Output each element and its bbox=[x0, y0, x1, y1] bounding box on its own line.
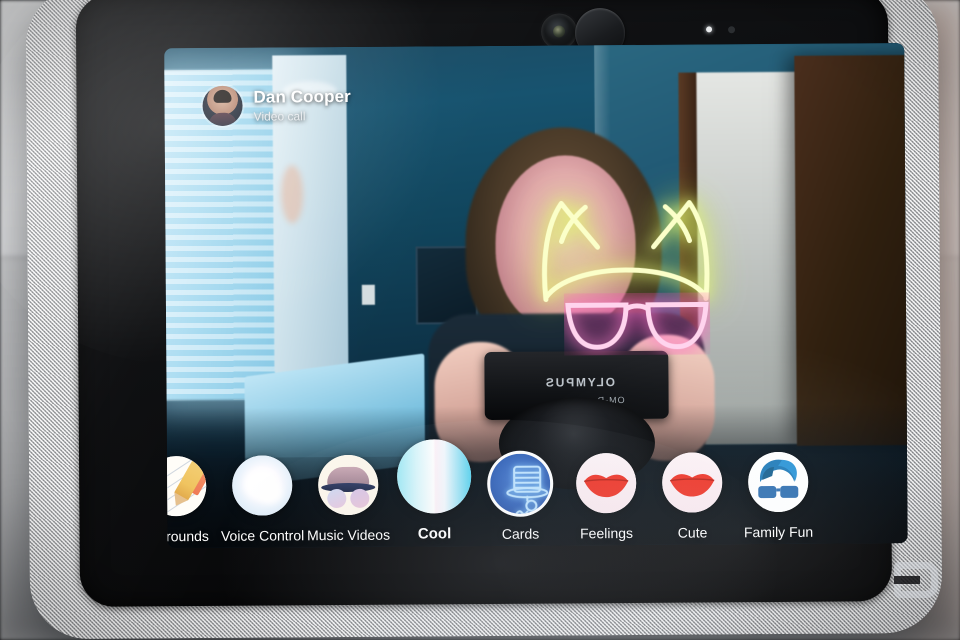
effect-label: Feelings bbox=[580, 524, 634, 542]
effects-carousel[interactable]: ckgrounds Voice Control Music Videos Cool Ca… bbox=[164, 403, 873, 544]
blue-wig-sunglasses-icon[interactable] bbox=[747, 451, 809, 513]
effect-label: Voice Control bbox=[220, 527, 305, 544]
effect-label: Cool bbox=[417, 525, 452, 543]
red-lips-icon[interactable] bbox=[662, 452, 723, 513]
caller-name: Dan Cooper bbox=[253, 86, 351, 107]
red-lips-icon[interactable] bbox=[576, 452, 637, 514]
light-switch bbox=[361, 284, 375, 305]
effect-item-cool[interactable]: Cool bbox=[391, 439, 478, 543]
wooden-door bbox=[794, 54, 908, 446]
engadget-logo bbox=[894, 562, 938, 598]
fedora-glasses-icon[interactable] bbox=[318, 454, 379, 516]
display-bezel: OLYMPUS OM-D Dan Cooper Video call ckgro… bbox=[75, 0, 908, 607]
camera-brand-text: OLYMPUS bbox=[544, 375, 615, 390]
effect-item-cards[interactable]: Cards bbox=[477, 453, 564, 542]
effect-item-cute[interactable]: Cute bbox=[649, 452, 736, 541]
effect-label: Music Videos bbox=[306, 526, 391, 544]
video-call-feed: OLYMPUS OM-D Dan Cooper Video call ckgro… bbox=[164, 43, 908, 549]
caller-info: Dan Cooper Video call bbox=[202, 85, 351, 126]
avatar bbox=[202, 85, 243, 126]
call-type-label: Video call bbox=[253, 109, 306, 124]
effect-item-family-fun[interactable]: Family Fun bbox=[735, 451, 822, 541]
effect-label: Cute bbox=[677, 524, 708, 541]
status-led-icon bbox=[706, 26, 713, 33]
neon-cat-ears-icon bbox=[535, 186, 716, 307]
effect-item-music-videos[interactable]: Music Videos bbox=[305, 454, 392, 544]
effect-item-ckgrounds[interactable]: ckgrounds bbox=[164, 455, 219, 545]
sensor-icon bbox=[728, 26, 736, 34]
product-photo: OLYMPUS OM-D Dan Cooper Video call ckgro… bbox=[0, 0, 960, 640]
effect-item-feelings[interactable]: Feelings bbox=[563, 452, 650, 542]
effect-item-voice-control[interactable]: Voice Control bbox=[219, 455, 306, 544]
effect-label: Family Fun bbox=[743, 523, 814, 541]
camera-lens-icon bbox=[540, 13, 578, 50]
smart-display-device: OLYMPUS OM-D Dan Cooper Video call ckgro… bbox=[25, 0, 943, 640]
effect-label: Cards bbox=[501, 525, 540, 542]
glow-orb-icon[interactable] bbox=[232, 455, 293, 516]
effect-label: ckgrounds bbox=[164, 527, 209, 545]
neon-glasses-icon bbox=[564, 292, 710, 355]
screen[interactable]: OLYMPUS OM-D Dan Cooper Video call ckgro… bbox=[164, 43, 908, 549]
split-gradient-icon[interactable] bbox=[396, 439, 472, 514]
pencil-paper-icon[interactable] bbox=[164, 455, 207, 517]
top-hat-monocle-icon[interactable] bbox=[490, 453, 551, 514]
